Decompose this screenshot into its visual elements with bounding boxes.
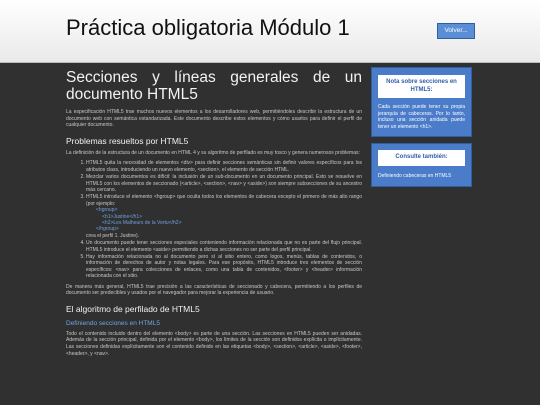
- code-after-text: crea el perfil 1. Justine).: [86, 232, 140, 239]
- list-item: HTML5 quita la necesidad de elementos <d…: [86, 160, 362, 173]
- list-item: Mezclar varios documentos es difícil: la…: [86, 174, 362, 193]
- note-box: Nota sobre secciones en HTML5: Cada secc…: [371, 67, 472, 137]
- intro-paragraph: La especificación HTML5 trae muchos nuev…: [66, 109, 362, 129]
- sidebar: Nota sobre secciones en HTML5: Cada secc…: [371, 67, 472, 187]
- section-heading-problems: Problemas resueltos por HTML5: [66, 135, 189, 146]
- see-also-link[interactable]: Definiendo cabeceras en HTML5: [372, 169, 471, 187]
- sections-paragraph: Todo el contenido incluido dentro del el…: [66, 330, 362, 357]
- problems-conclusion: De manera más general, HTML5 trae precis…: [66, 283, 362, 297]
- note-box-text: Cada sección puede tener su propia jerar…: [378, 104, 465, 130]
- note-box-title: Nota sobre secciones en HTML5:: [378, 75, 465, 98]
- see-also-title: Consulte también:: [378, 150, 465, 166]
- list-item: HTML5 introduce el elemento <hgroup> que…: [86, 194, 362, 239]
- section-heading-algorithm: El algoritmo de perfilado de HTML5: [66, 303, 200, 314]
- main-content: Secciones y líneas generales de un docum…: [66, 66, 362, 361]
- page-title: Práctica obligatoria Módulo 1: [66, 15, 350, 40]
- back-button[interactable]: Volver...: [437, 23, 475, 39]
- list-item: Hay información relacionada no al docume…: [86, 254, 362, 280]
- list-item-text: HTML5 introduce el elemento <hgroup> que…: [86, 194, 362, 207]
- page-header: Práctica obligatoria Módulo 1 Volver...: [0, 0, 540, 63]
- see-also-box: Consulte también: Definiendo cabeceras e…: [371, 143, 472, 187]
- problems-list: HTML5 quita la necesidad de elementos <d…: [66, 160, 362, 279]
- subsection-link[interactable]: Definiendo secciones en HTML5: [66, 320, 362, 327]
- article-title: Secciones y líneas generales de un docum…: [66, 69, 362, 103]
- list-item: Un documento puede tener secciones espec…: [86, 240, 362, 253]
- problems-intro: La definición de la estructura de un doc…: [66, 149, 360, 156]
